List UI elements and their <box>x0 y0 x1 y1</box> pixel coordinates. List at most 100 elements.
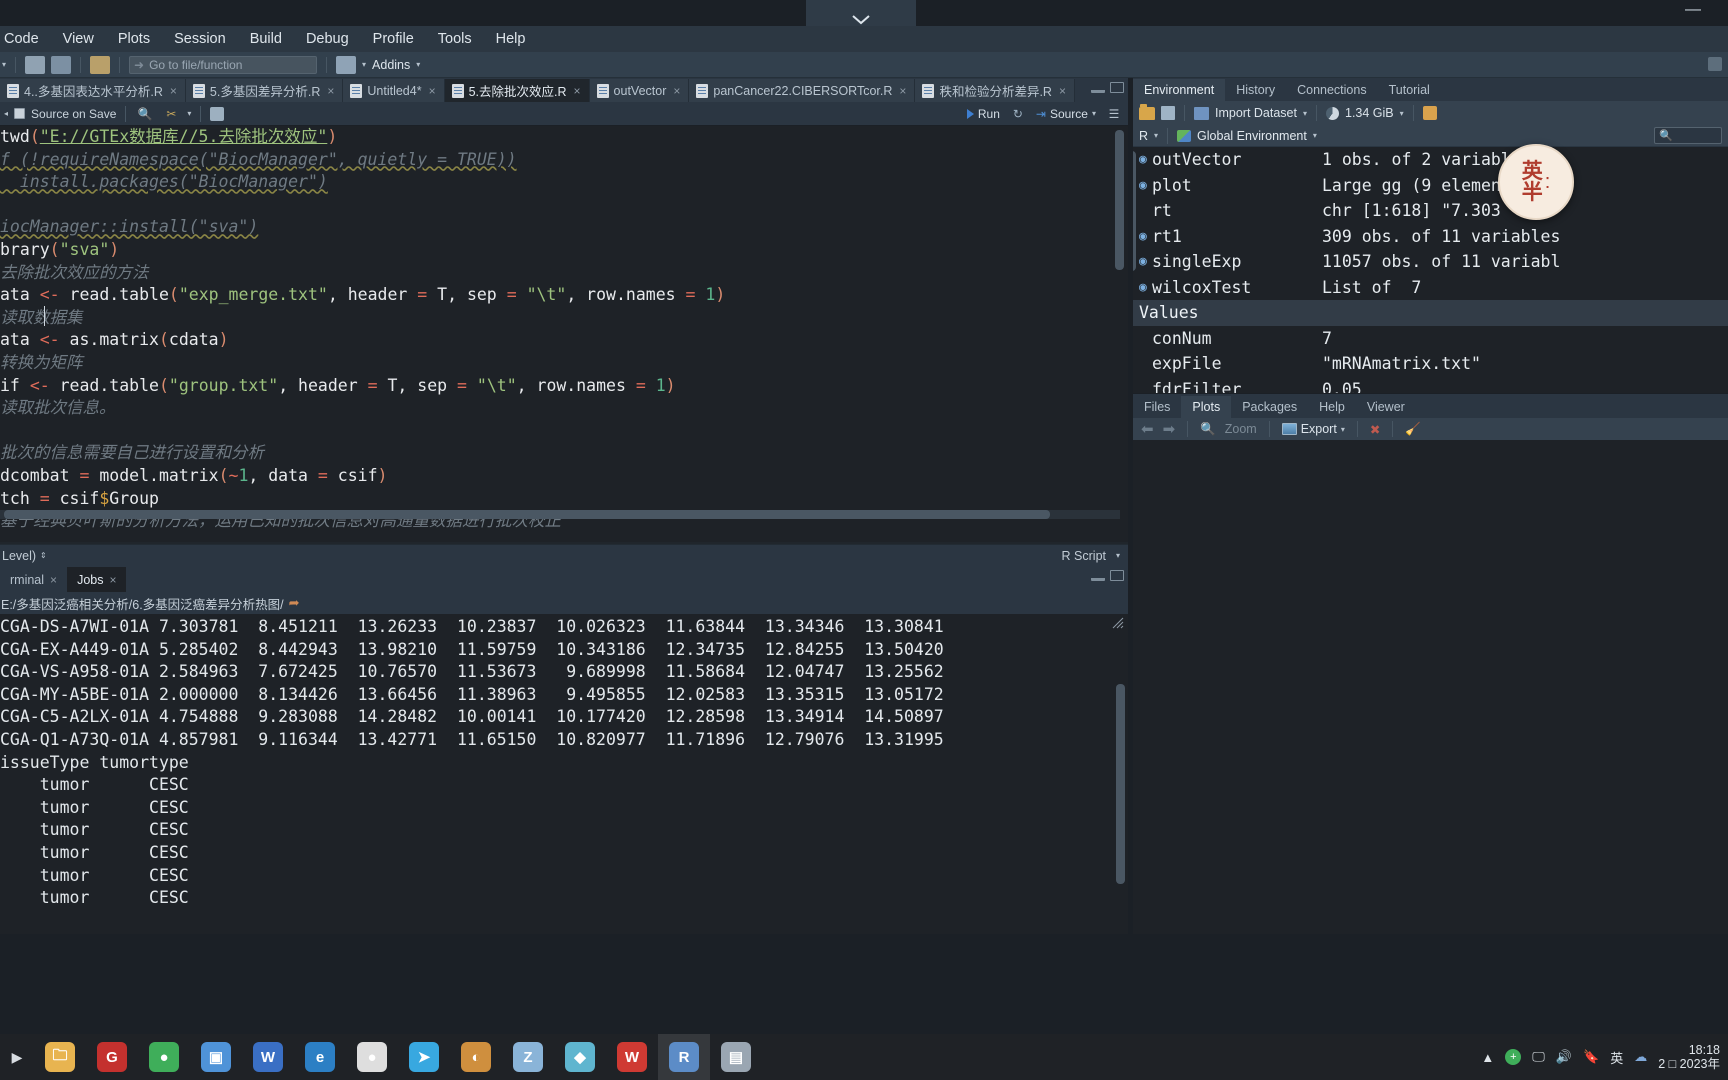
files-tab-packages[interactable]: Packages <box>1231 396 1309 418</box>
import-caret-icon[interactable]: ▾ <box>1303 109 1307 118</box>
taskbar-chrome[interactable]: ● <box>346 1034 398 1080</box>
taskbar-gitee-browser[interactable]: G <box>86 1034 138 1080</box>
taskbar-wps-writer[interactable]: W <box>242 1034 294 1080</box>
expand-icon[interactable]: ◉ <box>1139 147 1152 173</box>
memory-caret-icon[interactable]: ▾ <box>1400 109 1404 118</box>
console-output[interactable]: CGA-DS-A7WI-01A 7.303781 8.451211 13.262… <box>0 614 1128 932</box>
menu-item-profile[interactable]: Profile <box>361 29 426 49</box>
taskbar-endnote[interactable]: ◆ <box>554 1034 606 1080</box>
environment-value-row[interactable]: fdrFilter 0.05 <box>1133 377 1728 394</box>
environment-variable-row[interactable]: ◉ outVector 1 obs. of 2 variables <box>1133 147 1728 173</box>
console-resize-grip[interactable] <box>1112 616 1124 629</box>
close-icon[interactable]: × <box>429 84 436 98</box>
expand-icon[interactable]: ◉ <box>1139 249 1152 275</box>
memory-usage-label[interactable]: 1.34 GiB <box>1345 106 1394 120</box>
save-all-icon[interactable] <box>51 55 72 74</box>
environment-variable-row[interactable]: rt chr [1:618] "7.303 <box>1133 198 1728 224</box>
taskbar-wechat[interactable]: ● <box>138 1034 190 1080</box>
console-minimize-icon[interactable] <box>1091 572 1105 581</box>
console-maximize-icon[interactable] <box>1110 570 1124 581</box>
close-icon[interactable]: × <box>1059 84 1066 98</box>
environment-variable-row[interactable]: ◉ singleExp 11057 obs. of 11 variabl <box>1133 249 1728 275</box>
plot-canvas[interactable] <box>1133 440 1728 934</box>
source-horizontal-scrollbar[interactable] <box>0 508 1120 520</box>
menu-item-build[interactable]: Build <box>238 29 294 49</box>
tray-ime-indicator[interactable]: 英 <box>1610 1048 1623 1067</box>
environment-variable-row[interactable]: ◉ plot Large gg (9 elements <box>1133 173 1728 199</box>
menu-item-plots[interactable]: Plots <box>106 29 162 49</box>
menu-item-tools[interactable]: Tools <box>426 29 484 49</box>
environment-search-input[interactable]: 🔍 <box>1654 127 1722 144</box>
source-tab-2[interactable]: Untitled4* × <box>343 79 445 102</box>
source-on-save-checkbox[interactable] <box>14 108 26 119</box>
project-icon[interactable] <box>1708 57 1722 71</box>
rerun-icon[interactable]: ↻ <box>1008 105 1028 123</box>
import-dataset-label[interactable]: Import Dataset <box>1215 106 1297 120</box>
console-tab-rminal[interactable]: rminal × <box>0 567 68 592</box>
source-tab-4[interactable]: outVector × <box>589 79 690 102</box>
tray-display-icon[interactable]: 🖵 <box>1532 1049 1545 1065</box>
import-dataset-icon[interactable] <box>1194 106 1209 120</box>
taskbar-zotero[interactable]: Z <box>502 1034 554 1080</box>
tray-cloud-icon[interactable]: ☁ <box>1634 1049 1647 1065</box>
export-caret-icon[interactable]: ▾ <box>1341 425 1345 434</box>
compile-report-icon[interactable] <box>210 106 225 121</box>
close-icon[interactable]: × <box>899 84 906 98</box>
new-file-caret-icon[interactable]: ▾ <box>2 60 6 69</box>
remove-plot-icon[interactable]: ✖ <box>1370 422 1380 437</box>
close-icon[interactable]: × <box>327 84 334 98</box>
menu-item-code[interactable]: Code <box>0 29 51 49</box>
environment-variable-row[interactable]: ◉ rt1 309 obs. of 11 variables <box>1133 224 1728 250</box>
close-icon[interactable]: × <box>574 84 581 98</box>
language-selector-label[interactable]: R <box>1139 129 1148 143</box>
file-type-indicator[interactable]: R Script <box>1062 549 1106 563</box>
taskbar-telegram[interactable]: ➤ <box>398 1034 450 1080</box>
code-editor[interactable]: twd("E://GTEx数据库//5.去除批次效应") f (!requireN… <box>0 126 1128 542</box>
expand-icon[interactable]: ◉ <box>1139 173 1152 199</box>
console-tab-jobs[interactable]: Jobs × <box>67 567 127 592</box>
source-tab-6[interactable]: 秩和检验分析差异.R × <box>915 79 1075 102</box>
goto-file-function-input[interactable]: ➜ Go to file/function <box>129 55 318 74</box>
taskbar-clock[interactable]: 18:18 2 □ 2023年 <box>1658 1043 1720 1071</box>
zoom-label[interactable]: Zoom <box>1225 422 1257 436</box>
start-button[interactable]: ▶ <box>0 1049 34 1066</box>
taskbar-notes[interactable]: ▤ <box>710 1034 762 1080</box>
plot-back-icon[interactable]: ⬅ <box>1141 420 1154 438</box>
workspace-panes-icon[interactable] <box>336 55 357 74</box>
environment-value-row[interactable]: expFile "mRNAmatrix.txt" <box>1133 351 1728 377</box>
taskbar-r-console[interactable]: R <box>658 1034 710 1080</box>
clear-objects-icon[interactable] <box>1422 106 1437 120</box>
tray-battery-icon[interactable]: 🔖 <box>1583 1049 1599 1065</box>
menu-item-help[interactable]: Help <box>484 29 538 49</box>
clear-plots-icon[interactable]: 🧹 <box>1405 422 1421 437</box>
env-tab-tutorial[interactable]: Tutorial <box>1377 79 1441 101</box>
zoom-icon[interactable]: 🔍 <box>1200 422 1216 437</box>
environment-variable-list[interactable]: ◉ outVector 1 obs. of 2 variables ◉ plot Larg… <box>1133 147 1728 393</box>
taskbar-photos[interactable]: ▣ <box>190 1034 242 1080</box>
environment-value-row[interactable]: conNum 7 <box>1133 326 1728 352</box>
close-icon[interactable]: × <box>109 573 116 587</box>
source-minimize-icon[interactable] <box>1091 84 1105 93</box>
run-button[interactable]: Run <box>966 107 1000 121</box>
scope-indicator[interactable]: Level) <box>2 549 36 563</box>
env-tab-connections[interactable]: Connections <box>1286 79 1378 101</box>
source-tab-3[interactable]: 5.去除批次效应.R × <box>444 79 590 102</box>
env-tab-history[interactable]: History <box>1225 79 1287 101</box>
files-tab-viewer[interactable]: Viewer <box>1355 396 1416 418</box>
hscroll-thumb[interactable] <box>4 510 1050 519</box>
find-icon[interactable]: 🔍 <box>135 105 155 123</box>
back-forward-caret-icon[interactable]: ◂ <box>4 109 8 118</box>
source-vertical-scrollbar[interactable] <box>1115 130 1124 270</box>
close-icon[interactable]: × <box>50 573 57 587</box>
source-button[interactable]: ⇥ Source ▾ <box>1036 107 1096 121</box>
export-button[interactable]: Export ▾ <box>1281 422 1345 436</box>
expand-icon[interactable]: ◉ <box>1139 275 1152 301</box>
tray-expand-icon[interactable]: ▲ <box>1481 1050 1494 1065</box>
source-tab-0[interactable]: 4..多基因表达水平分析.R × <box>0 79 186 102</box>
outline-icon[interactable]: ☰ <box>1104 105 1124 123</box>
source-caret-icon[interactable]: ▾ <box>1092 109 1096 118</box>
env-tab-environment[interactable]: Environment <box>1133 79 1226 101</box>
expand-icon[interactable]: ◉ <box>1139 224 1152 250</box>
files-tab-plots[interactable]: Plots <box>1181 396 1232 418</box>
file-type-caret-icon[interactable]: ▾ <box>1116 551 1120 560</box>
